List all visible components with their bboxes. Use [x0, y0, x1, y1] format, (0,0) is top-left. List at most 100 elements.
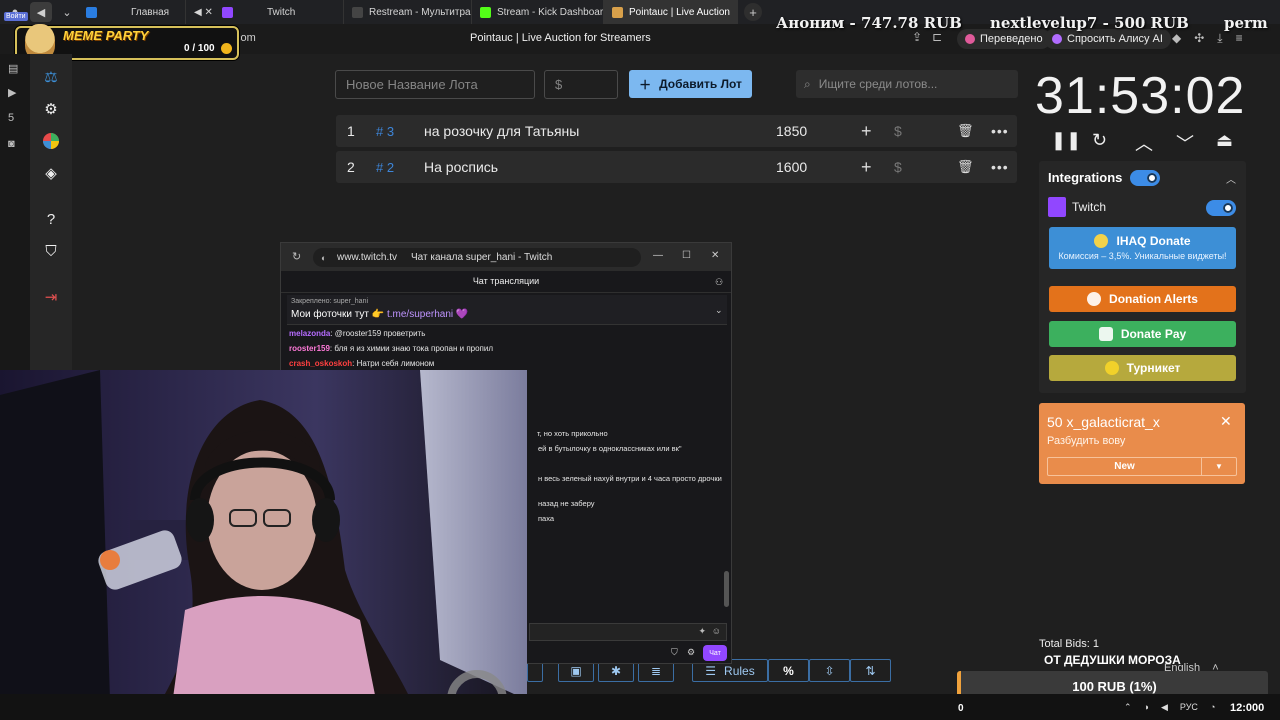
chevron-down-icon[interactable]: ⌄: [56, 2, 78, 22]
five-icon[interactable]: 5: [8, 112, 14, 124]
wheel-icon[interactable]: [42, 132, 60, 150]
donation-alerts-button[interactable]: Donation Alerts: [1049, 286, 1236, 312]
chat-send-button[interactable]: Чат: [703, 645, 727, 661]
pinned-link[interactable]: t.me/superhani: [387, 309, 453, 320]
alice-icon: [1052, 34, 1062, 44]
rules-icon: ☰: [705, 663, 717, 678]
new-lot-option[interactable]: New: [1048, 458, 1202, 475]
chevron-down-icon[interactable]: ⌄: [715, 305, 723, 316]
users-icon[interactable]: ⚇: [715, 277, 723, 288]
keyboard-layout[interactable]: РУС: [1180, 702, 1198, 713]
chevron-down-icon[interactable]: ﹀: [1176, 130, 1194, 156]
lot-row[interactable]: 1 # 3 на розочку для Татьяны 1850 + $ 🗑 …: [336, 115, 1017, 147]
integrations-toggle[interactable]: [1130, 170, 1160, 186]
chat-input[interactable]: ✦ ☺: [529, 623, 727, 641]
reset-icon[interactable]: ↻: [1092, 130, 1107, 151]
clock[interactable]: 12:000: [1230, 702, 1264, 714]
popup-titlebar: ↻ ◐ www.twitch.tv Чат канала super_hani …: [281, 243, 731, 271]
lot-amount[interactable]: 1600: [776, 159, 807, 175]
video-icon: [86, 6, 97, 18]
bid-target-select[interactable]: New ▼: [1047, 457, 1237, 476]
eject-icon[interactable]: ⏏: [1216, 130, 1233, 151]
extension-icon[interactable]: ◆: [1172, 31, 1181, 46]
more-icon[interactable]: •••: [991, 123, 1009, 139]
donate-pay-icon: [1098, 327, 1113, 341]
layers-icon[interactable]: ◈: [42, 164, 60, 182]
close-icon[interactable]: ✕: [711, 250, 719, 261]
lot-amount[interactable]: 1850: [776, 123, 807, 139]
add-amount-icon[interactable]: +: [861, 157, 872, 178]
mute-icon[interactable]: ◀ ✕: [186, 0, 214, 24]
settings-icon[interactable]: ⚙: [687, 647, 695, 658]
lot-name[interactable]: На роспись: [424, 159, 498, 175]
pause-icon[interactable]: ❚❚: [1051, 130, 1081, 151]
camera-icon[interactable]: ◙: [8, 138, 15, 150]
lot-row[interactable]: 2 # 2 На роспись 1600 + $ 🗑 •••: [336, 151, 1017, 183]
lot-amount-input[interactable]: $: [544, 70, 618, 99]
bid-message: Разбудить вову: [1047, 435, 1126, 447]
share-icon[interactable]: ⇪: [912, 30, 922, 44]
close-icon[interactable]: ✕: [1220, 413, 1232, 430]
chevron-up-icon[interactable]: ⌃: [1124, 702, 1132, 713]
tab-twitch[interactable]: Twitch: [214, 0, 344, 24]
lot-name[interactable]: на розочку для Татьяны: [424, 123, 579, 139]
chevron-down-icon[interactable]: ▼: [1202, 458, 1236, 475]
chat-message: паха: [538, 514, 555, 523]
shield-icon[interactable]: ⛉: [671, 647, 678, 658]
align-icon[interactable]: ⇳: [809, 659, 850, 682]
play-icon[interactable]: ▶: [8, 86, 16, 99]
twitch-toggle[interactable]: [1206, 200, 1236, 216]
dollar-icon[interactable]: $: [894, 123, 902, 139]
popup-address[interactable]: ◐ www.twitch.tv Чат канала super_hani - …: [313, 248, 641, 267]
more-icon[interactable]: •••: [991, 159, 1009, 175]
wifi-icon[interactable]: ◔: [1210, 702, 1215, 713]
tab-restream[interactable]: Restream - Мультитрансл: [344, 0, 472, 24]
add-lot-button[interactable]: ＋ Добавить Лот: [629, 70, 752, 98]
dollar-icon[interactable]: $: [894, 159, 902, 175]
percent-button[interactable]: %: [768, 659, 809, 682]
gavel-icon[interactable]: ⚖: [42, 68, 60, 86]
tab-kick[interactable]: Stream - Kick Dashboard: [472, 0, 604, 24]
minimize-icon[interactable]: —: [653, 250, 663, 261]
sort-icon[interactable]: ⇅: [850, 659, 891, 682]
lot-search-input[interactable]: ⌕ Ищите среди лотов...: [796, 70, 1018, 98]
chevron-up-icon[interactable]: ︿: [1226, 171, 1236, 186]
translated-button[interactable]: Переведено: [957, 29, 1051, 49]
trash-icon[interactable]: 🗑: [957, 123, 974, 139]
chat-message: crash_oskoskoh: Натри себя лимоном: [289, 359, 435, 368]
trash-icon[interactable]: 🗑: [957, 159, 974, 175]
new-tab-button[interactable]: +: [744, 3, 762, 21]
shield-icon[interactable]: ⛉: [42, 242, 60, 260]
lot-name-input[interactable]: Новое Название Лота: [335, 70, 535, 99]
file-icon[interactable]: ▤: [8, 62, 18, 75]
tab-home[interactable]: Главная: [78, 0, 186, 24]
ihaq-donate-button[interactable]: IHAQ Donate Комиссия – 3,5%. Уникальные …: [1049, 227, 1236, 269]
bookmark-icon[interactable]: ⊏: [932, 30, 942, 44]
maximize-icon[interactable]: ☐: [682, 250, 691, 261]
logout-icon[interactable]: ⇥: [42, 288, 60, 306]
address-page-title: Pointauc | Live Auction for Streamers: [470, 32, 651, 44]
site-info-icon[interactable]: ◐: [321, 253, 326, 263]
tab-pointauc[interactable]: Pointauc | Live Auction ✕: [604, 0, 738, 24]
reload-icon[interactable]: ↻: [292, 250, 301, 263]
close-tab-icon[interactable]: ✕: [736, 7, 737, 18]
twitch-icon: [222, 6, 233, 18]
ask-alice-button[interactable]: Спросить Алису AI: [1044, 29, 1171, 49]
help-icon[interactable]: ?: [42, 210, 60, 228]
emote-icon[interactable]: ✦: [698, 626, 706, 637]
login-badge[interactable]: Войти: [4, 12, 28, 21]
puzzle-icon[interactable]: ✣: [1194, 31, 1204, 46]
menu-icon[interactable]: ≡: [1236, 31, 1243, 46]
chevron-up-icon[interactable]: ︿: [1135, 130, 1153, 156]
emoji-icon[interactable]: ☺: [712, 626, 721, 636]
volume-icon[interactable]: ◀: [1161, 702, 1168, 713]
download-icon[interactable]: ⤓: [1217, 31, 1222, 46]
add-amount-icon[interactable]: +: [861, 121, 872, 142]
chat-scrollbar[interactable]: [724, 301, 729, 621]
settings-icon[interactable]: ⚙: [42, 100, 60, 118]
donate-pay-button[interactable]: Donate Pay: [1049, 321, 1236, 347]
turniket-button[interactable]: Турникет: [1049, 355, 1236, 381]
lot-id: # 3: [376, 123, 395, 139]
audio-icon[interactable]: ◀: [30, 2, 52, 22]
network-icon[interactable]: ◑: [1144, 702, 1149, 713]
